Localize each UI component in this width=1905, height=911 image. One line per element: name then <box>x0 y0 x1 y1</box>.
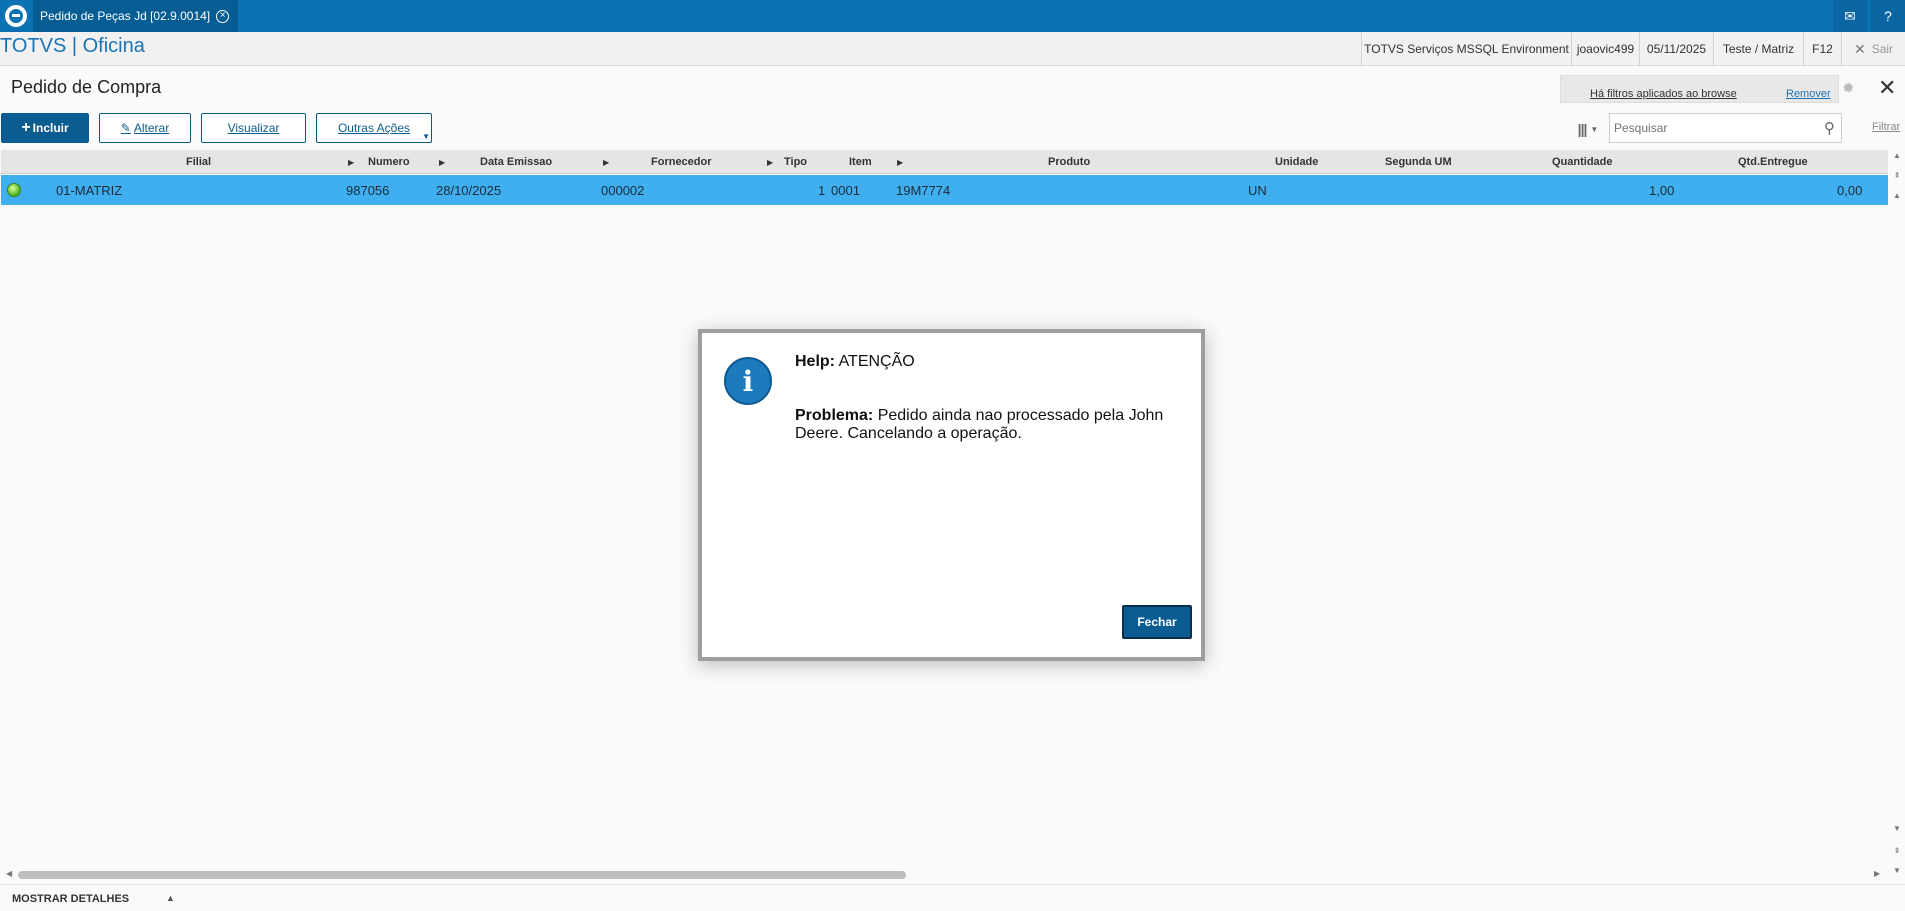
sort-arrow-icon[interactable]: ▶ <box>348 158 354 167</box>
columns-config-button[interactable]: ||| ▼ <box>1568 116 1608 142</box>
search-box: ⚲ <box>1609 113 1842 143</box>
totvs-logo-icon[interactable] <box>0 0 32 32</box>
chevron-up-icon[interactable]: ▲ <box>166 893 175 903</box>
f12-button[interactable]: F12 <box>1803 32 1841 66</box>
dialog-message: Problema: Pedido ainda nao processado pe… <box>795 407 1185 443</box>
logout-label: Sair <box>1871 42 1894 56</box>
other-actions-label: Outras Ações <box>337 121 411 135</box>
close-button[interactable]: Fechar <box>1122 605 1192 639</box>
columns-icon: ||| <box>1577 121 1588 137</box>
scroll-down-icon[interactable]: ▼ <box>1890 824 1904 838</box>
cell-produto: 19M7774 <box>896 183 951 198</box>
sort-arrow-icon[interactable]: ▶ <box>439 158 445 167</box>
plus-icon: + <box>21 119 31 136</box>
cell-unidade: UN <box>1248 183 1267 198</box>
horizontal-scrollbar[interactable] <box>18 871 906 879</box>
column-header-produto[interactable]: Produto <box>1048 156 1090 168</box>
help-dialog: i Help: ATENÇÃO Problema: Pedido ainda n… <box>698 329 1205 661</box>
app-bar: TOTVS | Oficina TOTVS Serviços MSSQL Env… <box>0 32 1905 66</box>
filters-applied-text[interactable]: Há filtros aplicados ao browse <box>1590 88 1737 100</box>
page-title: Pedido de Compra <box>11 77 162 97</box>
close-icon[interactable]: ✕ <box>1878 75 1896 101</box>
cell-item: 0001 <box>831 183 860 198</box>
view-button[interactable]: Visualizar <box>201 113 306 143</box>
details-footer[interactable]: MOSTRAR DETALHES ▲ <box>0 884 1905 911</box>
grid-header: Filial ▶ Numero ▶ Data Emissao ▶ Fornece… <box>1 150 1888 174</box>
column-header-tipo[interactable]: Tipo <box>784 156 807 168</box>
column-header-qtd-entregue[interactable]: Qtd.Entregue <box>1738 156 1808 168</box>
column-header-fornecedor[interactable]: Fornecedor <box>651 156 712 168</box>
dialog-title: Help: ATENÇÃO <box>795 353 915 371</box>
search-icon[interactable]: ⚲ <box>1824 119 1835 137</box>
table-row[interactable]: 01-MATRIZ 987056 28/10/2025 000002 1 000… <box>1 175 1888 205</box>
other-actions-button[interactable]: Outras Ações ▼ <box>316 113 432 143</box>
help-icon[interactable]: ? <box>1871 0 1905 32</box>
cell-numero: 987056 <box>346 183 390 198</box>
cell-filial: 01-MATRIZ <box>56 183 123 198</box>
sort-arrow-icon[interactable]: ▶ <box>603 158 609 167</box>
close-icon[interactable]: × <box>216 9 230 23</box>
info-icon: i <box>724 357 772 405</box>
include-button[interactable]: + Incluir <box>1 113 89 143</box>
scroll-up-icon[interactable]: ▲ <box>1890 191 1904 205</box>
edit-label: Alterar <box>133 121 170 135</box>
filters-applied-bar: Há filtros aplicados ao browse Remover <box>1560 75 1839 103</box>
status-green-icon <box>7 183 21 197</box>
include-label: Incluir <box>32 121 69 135</box>
dialog-title-value: ATENÇÃO <box>838 353 915 370</box>
dialog-title-label: Help: <box>795 353 835 370</box>
cell-data: 28/10/2025 <box>436 183 502 198</box>
show-details-label[interactable]: MOSTRAR DETALHES <box>12 893 129 905</box>
company-label[interactable]: Teste / Matriz <box>1713 32 1803 66</box>
column-header-numero[interactable]: Numero <box>368 156 410 168</box>
scroll-top-icon[interactable]: ▲ <box>1890 151 1904 165</box>
column-header-segunda-um[interactable]: Segunda UM <box>1385 156 1452 168</box>
date-label: 05/11/2025 <box>1639 32 1713 66</box>
column-header-filial[interactable]: Filial <box>186 156 211 168</box>
cell-quantidade: 1,00 <box>1649 183 1675 198</box>
scroll-right-icon[interactable]: ▶ <box>1874 869 1880 878</box>
scroll-bottom-icon[interactable]: ▼ <box>1890 866 1904 880</box>
scroll-left-icon[interactable]: ◀ <box>6 869 12 878</box>
tab-pedido-pecas[interactable]: Pedido de Peças Jd [02.9.0014] × <box>33 0 238 32</box>
cell-fornecedor: 000002 <box>601 183 645 198</box>
mail-icon[interactable]: ✉ <box>1833 0 1867 32</box>
column-header-data-emissao[interactable]: Data Emissao <box>480 156 552 168</box>
scroll-page-down-icon[interactable]: ⇟ <box>1890 846 1904 860</box>
gear-icon[interactable]: ✹ <box>1842 79 1855 97</box>
scroll-page-up-icon[interactable]: ⇞ <box>1890 171 1904 185</box>
remove-filters-link[interactable]: Remover <box>1786 88 1831 100</box>
cell-qtd-entregue: 0,00 <box>1837 183 1863 198</box>
column-header-unidade[interactable]: Unidade <box>1275 156 1318 168</box>
tab-title: Pedido de Peças Jd [02.9.0014] <box>40 9 211 23</box>
top-bar: Pedido de Peças Jd [02.9.0014] × ✉ ? <box>0 0 1905 32</box>
user-label: joaovic499 <box>1571 32 1639 66</box>
close-icon: ✕ <box>1853 40 1866 57</box>
edit-button[interactable]: ✎ Alterar <box>99 113 191 143</box>
chevron-down-icon: ▼ <box>1590 124 1599 134</box>
chevron-down-icon: ▼ <box>422 132 430 141</box>
cell-tipo: 1 <box>818 183 826 198</box>
filter-link[interactable]: Filtrar <box>1872 121 1900 133</box>
environment-label: TOTVS Serviços MSSQL Environment <box>1361 32 1571 66</box>
column-header-quantidade[interactable]: Quantidade <box>1552 156 1613 168</box>
problem-label: Problema: <box>795 407 874 424</box>
pencil-icon: ✎ <box>120 121 131 135</box>
app-title: TOTVS | Oficina <box>0 35 145 57</box>
sort-arrow-icon[interactable]: ▶ <box>897 158 903 167</box>
column-header-item[interactable]: Item <box>849 156 872 168</box>
logout-button[interactable]: ✕ Sair <box>1841 32 1905 66</box>
search-input[interactable] <box>1610 114 1800 142</box>
sort-arrow-icon[interactable]: ▶ <box>767 158 773 167</box>
